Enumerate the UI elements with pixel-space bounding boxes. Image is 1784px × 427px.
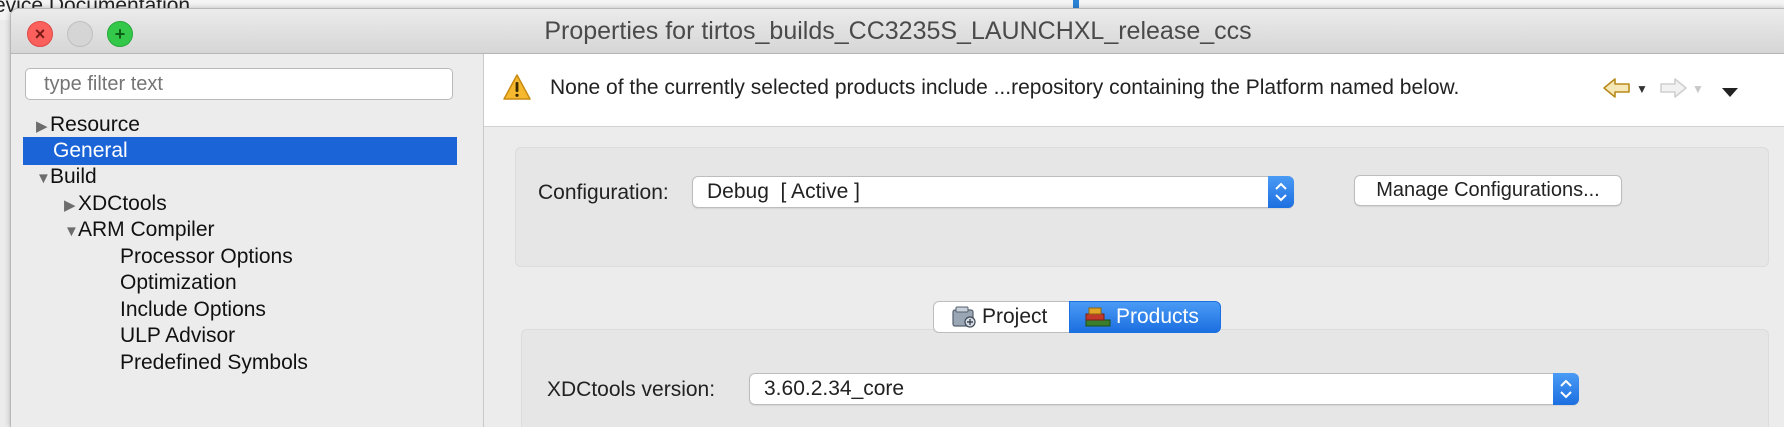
tree-item-arm-compiler[interactable]: ▼ARM Compiler	[64, 216, 215, 244]
tab-products[interactable]: Products	[1069, 301, 1221, 333]
view-menu-icon[interactable]	[1720, 86, 1740, 98]
tree-item-label: XDCtools	[78, 192, 167, 215]
chevron-updown-icon	[1275, 182, 1287, 202]
tree-item-label: Build	[50, 165, 97, 188]
manage-configurations-button[interactable]: Manage Configurations...	[1354, 175, 1622, 206]
warning-icon	[503, 74, 531, 100]
tree-item-label: Predefined Symbols	[120, 351, 308, 374]
chevron-updown-icon	[1560, 379, 1572, 399]
xdctools-version-stepper[interactable]	[1553, 373, 1579, 405]
tree-item-resource[interactable]: ▶ Resource	[36, 111, 140, 139]
properties-page: None of the currently selected products …	[484, 54, 1784, 427]
xdctools-version-value: 3.60.2.34_core	[764, 377, 905, 400]
tree-item-label: ULP Advisor	[120, 324, 236, 347]
configuration-label: Configuration:	[538, 181, 669, 204]
tree-item-label: Optimization	[120, 271, 237, 294]
tree-item-label: ARM Compiler	[78, 218, 215, 241]
products-icon	[1085, 307, 1111, 327]
tree-item-general[interactable]: General	[23, 137, 457, 165]
forward-history-dropdown-icon: ▼	[1692, 82, 1704, 96]
tree-item-xdctools[interactable]: ▶ XDCtools	[64, 190, 167, 218]
title-bar: × + Properties for tirtos_builds_CC3235S…	[11, 9, 1784, 54]
configuration-group: Configuration: Debug [ Active ] Manage C…	[515, 147, 1769, 267]
configuration-select-stepper[interactable]	[1268, 176, 1294, 208]
tree-item-ulp-advisor[interactable]: ULP Advisor	[120, 322, 235, 350]
xdctools-version-select[interactable]: 3.60.2.34_core	[749, 373, 1579, 405]
back-arrow-icon[interactable]	[1602, 76, 1632, 100]
message-bar: None of the currently selected products …	[484, 54, 1784, 127]
configuration-select[interactable]: Debug [ Active ]	[692, 176, 1294, 208]
properties-tree-panel: ▶Resource General ▼Build ▶XDCtools ▼ARM …	[11, 54, 484, 427]
tree-item-optimization[interactable]: Optimization	[120, 269, 237, 297]
tab-project-label: Project	[982, 305, 1048, 328]
project-icon	[952, 306, 976, 328]
tree-item-include-options[interactable]: Include Options	[120, 296, 266, 324]
tree-item-build[interactable]: ▼Build	[36, 163, 97, 191]
tree-item-label: Resource	[50, 113, 140, 136]
message-text: None of the currently selected products …	[550, 76, 1460, 99]
tab-products-label: Products	[1116, 305, 1199, 328]
tree-item-label: General	[53, 139, 128, 162]
tree-item-label: Processor Options	[120, 245, 293, 268]
collapse-triangle-icon[interactable]: ▼	[64, 218, 79, 246]
filter-input[interactable]	[25, 68, 453, 100]
tab-bar: Project Products	[933, 301, 1221, 333]
xdctools-version-label: XDCtools version:	[547, 378, 716, 401]
back-history-dropdown-icon[interactable]: ▼	[1636, 82, 1648, 96]
tree-item-predefined-symbols[interactable]: Predefined Symbols	[120, 349, 308, 377]
configuration-value: Debug [ Active ]	[707, 180, 860, 203]
properties-dialog: × + Properties for tirtos_builds_CC3235S…	[10, 8, 1784, 427]
window-title: Properties for tirtos_builds_CC3235S_LAU…	[544, 17, 1252, 45]
products-tab-panel: XDCtools version: 3.60.2.34_core	[521, 329, 1769, 427]
tab-project[interactable]: Project	[933, 301, 1069, 333]
tree-item-label: Include Options	[120, 298, 266, 321]
forward-arrow-icon[interactable]	[1658, 76, 1688, 100]
tree-item-processor-options[interactable]: Processor Options	[120, 243, 293, 271]
collapse-triangle-icon[interactable]: ▼	[36, 165, 51, 193]
